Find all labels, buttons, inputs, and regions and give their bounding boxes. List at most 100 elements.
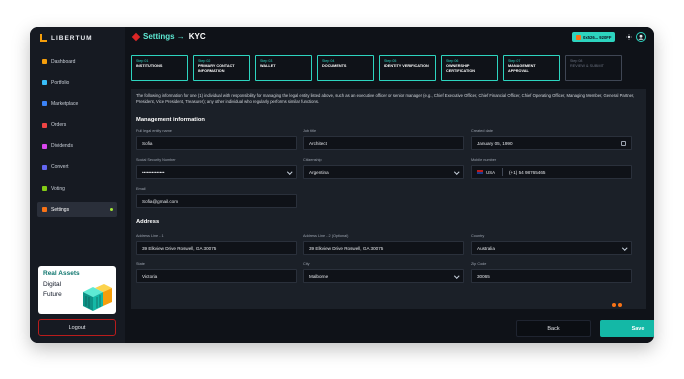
chevron-down-icon — [621, 245, 627, 251]
portfolio-icon — [42, 80, 47, 86]
sidebar-item-convert[interactable]: Convert — [37, 160, 117, 175]
management-section-title: Management information — [136, 117, 205, 123]
dividends-icon — [42, 143, 47, 149]
state-label: State — [136, 262, 145, 266]
save-button[interactable]: Save — [600, 320, 654, 337]
ssn-field[interactable]: •••••••••••••• — [136, 165, 297, 179]
citizenship-select[interactable]: Argentina — [303, 165, 464, 179]
next-section-indicator — [612, 303, 622, 307]
email-label: Email — [136, 187, 146, 191]
step-label: Ownership certification — [446, 64, 476, 73]
sidebar-item-label: Portfolio — [51, 79, 70, 86]
theme-toggle-sun-icon[interactable] — [626, 34, 632, 40]
sidebar-item-dividends[interactable]: Dividends — [37, 139, 117, 154]
logo[interactable]: LIBERTUM — [40, 34, 93, 42]
usa-flag-icon — [477, 170, 483, 174]
step-label: Documents — [322, 64, 347, 68]
job-title-field[interactable]: Architect — [303, 136, 464, 150]
step-number: Step 04 — [322, 59, 335, 63]
address1-value: 39 Elkview Drive Roswell, GA 30075 — [142, 245, 217, 251]
indicator-dot — [618, 303, 622, 307]
sidebar-item-orders[interactable]: Orders — [37, 118, 117, 133]
step-review-submit[interactable]: Step 08 Review & submit — [565, 55, 622, 81]
city-select[interactable]: Malborne — [303, 269, 464, 283]
sidebar-item-label: Convert — [51, 164, 69, 171]
sidebar-item-label: Orders — [51, 122, 67, 129]
wallet-address: 0x526... 920FF — [583, 34, 612, 40]
promo-line-2: Digital — [43, 281, 62, 288]
sidebar: LIBERTUM Dashboard Portfolio Marketplace… — [30, 27, 125, 343]
breadcrumb-settings[interactable]: Settings → — [143, 32, 185, 41]
full-name-field[interactable]: Sofia — [136, 136, 297, 150]
city-value: Malborne — [309, 273, 329, 279]
sidebar-item-voting[interactable]: Voting — [37, 181, 117, 196]
step-number: Step 06 — [446, 59, 459, 63]
zip-label: Zip Code — [471, 262, 487, 266]
step-label: Wallet — [260, 64, 276, 68]
address1-field[interactable]: 39 Elkview Drive Roswell, GA 30075 — [136, 241, 297, 255]
promo-line-3: Future — [43, 291, 62, 298]
step-institutions[interactable]: Step 01 Institutions — [131, 55, 188, 81]
mobile-field[interactable]: USA (+1) 54 98765465 — [471, 165, 632, 179]
dashboard-icon — [42, 59, 47, 64]
indicator-dot — [612, 303, 616, 307]
wallet-address-button[interactable]: 0x526... 920FF — [572, 32, 616, 42]
kyc-stepper: Step 01 Institutions Step 02 Primary con… — [131, 55, 646, 81]
step-management-approval[interactable]: Step 07 Management approval — [503, 55, 560, 81]
settings-icon — [42, 207, 47, 213]
metamask-fox-icon — [576, 34, 581, 40]
full-name-value: Sofia — [142, 140, 153, 146]
sidebar-item-portfolio[interactable]: Portfolio — [37, 75, 117, 90]
promo-card[interactable]: Real Assets Digital Future — [38, 266, 116, 314]
step-wallet[interactable]: Step 03 Wallet — [255, 55, 312, 81]
country-select[interactable]: Australia — [471, 241, 632, 255]
address2-label: Address Line - 2 (Optional) — [303, 234, 349, 238]
email-field[interactable]: Sofia@gmail.com — [136, 194, 297, 208]
full-name-label: Full legal entity name — [136, 129, 172, 133]
state-field[interactable]: Victoria — [136, 269, 297, 283]
sidebar-item-label: Dashboard — [51, 58, 76, 65]
address2-value: 39 Elkview Drive Roswell, GA 30075 — [309, 245, 384, 251]
step-ownership-certification[interactable]: Step 06 Ownership certification — [441, 55, 498, 81]
created-date-field[interactable]: January 05, 1990 — [471, 136, 632, 150]
logo-icon — [40, 34, 47, 42]
zip-field[interactable]: 30065 — [471, 269, 632, 283]
step-number: Step 01 — [136, 59, 149, 63]
sidebar-item-label: Marketplace — [51, 100, 79, 107]
address1-label: Address Line - 1 — [136, 234, 164, 238]
address2-field[interactable]: 39 Elkview Drive Roswell, GA 30075 — [303, 241, 464, 255]
country-code-select[interactable]: USA — [486, 170, 495, 175]
form-intro-text: The following information for one (1) in… — [136, 93, 635, 104]
back-button[interactable]: Back — [516, 320, 591, 337]
sidebar-item-label: Dividends — [51, 143, 73, 150]
chevron-down-icon — [286, 169, 292, 175]
breadcrumb-kyc: KYC — [188, 32, 206, 41]
step-documents[interactable]: Step 04 Documents — [317, 55, 374, 81]
sidebar-item-settings[interactable]: Settings — [37, 202, 117, 218]
field-divider — [502, 168, 504, 176]
marketplace-icon — [42, 101, 47, 107]
user-avatar-icon[interactable] — [636, 32, 646, 42]
step-number: Step 05 — [384, 59, 397, 63]
building-blocks-icon — [83, 284, 112, 311]
sidebar-item-marketplace[interactable]: Marketplace — [37, 96, 117, 111]
step-identity-verification[interactable]: Step 05 Identity verification — [379, 55, 436, 81]
city-label: City — [303, 262, 310, 266]
job-title-label: Job title — [303, 129, 317, 133]
ssn-label: Social Security Number — [136, 158, 176, 162]
email-value: Sofia@gmail.com — [142, 198, 179, 204]
top-bar: Settings → KYC 0x526... 920FF — [125, 27, 654, 49]
logout-button[interactable]: Logout — [38, 319, 116, 336]
sidebar-item-dashboard[interactable]: Dashboard — [37, 54, 117, 69]
step-label: Primary contact information — [198, 64, 235, 73]
sidebar-item-label: Settings — [51, 206, 70, 213]
sidebar-nav: Dashboard Portfolio Marketplace Orders D… — [37, 54, 117, 224]
sidebar-item-label: Voting — [51, 185, 65, 192]
calendar-icon[interactable] — [621, 141, 626, 146]
ssn-value: •••••••••••••• — [142, 169, 165, 175]
promo-line-1: Real Assets — [43, 270, 80, 277]
step-primary-contact[interactable]: Step 02 Primary contact information — [193, 55, 250, 81]
step-label: Management approval — [508, 64, 536, 73]
kyc-form-panel: The following information for one (1) in… — [131, 89, 646, 309]
zip-value: 30065 — [477, 273, 490, 279]
